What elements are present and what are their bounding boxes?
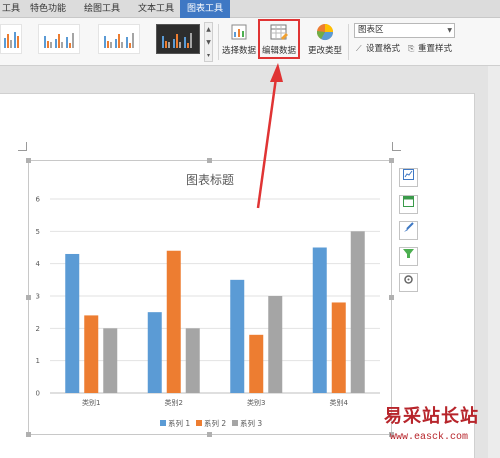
y-tick-label: 5 (36, 228, 40, 236)
bar (65, 253, 80, 393)
bar (166, 250, 181, 393)
chart-style-icon[interactable] (399, 195, 418, 214)
watermark: 易采站长站 www.easck.com (380, 402, 500, 458)
gear-icon[interactable] (399, 273, 418, 292)
legend-item-series-3: 系列 3 (232, 418, 262, 429)
legend-swatch (160, 420, 166, 426)
x-tick-label: 类别4 (330, 398, 349, 407)
legend-item-series-2: 系列 2 (196, 418, 226, 429)
legend-swatch (196, 420, 202, 426)
x-tick-label: 类别3 (247, 398, 265, 407)
bar (230, 279, 245, 393)
bar (312, 247, 327, 393)
legend-item-series-1: 系列 1 (160, 418, 190, 429)
bar (268, 296, 283, 393)
legend-swatch (232, 420, 238, 426)
bar (147, 312, 162, 393)
bar-chart-plot: 0 1 2 3 4 5 6 类别1 类别2 类别3 类别4 (36, 196, 380, 407)
bar (331, 302, 346, 393)
chart-elements-icon[interactable] (399, 168, 418, 187)
watermark-url: www.easck.com (390, 432, 469, 443)
y-tick-label: 4 (36, 260, 41, 268)
y-tick-label: 2 (36, 325, 40, 333)
bar (84, 315, 99, 393)
bar (185, 328, 200, 393)
legend-label: 系列 1 (168, 419, 191, 428)
y-tick-label: 0 (36, 390, 40, 398)
y-tick-label: 3 (36, 293, 40, 301)
legend-label: 系列 2 (204, 419, 227, 428)
filter-icon[interactable] (399, 247, 418, 266)
legend-label: 系列 3 (240, 419, 263, 428)
watermark-logo-text: 易采站长站 (384, 406, 479, 427)
bar (249, 334, 264, 393)
bar (350, 231, 365, 393)
chart-legend[interactable]: 系列 1 系列 2 系列 3 (160, 418, 270, 429)
brush-icon[interactable] (399, 221, 418, 240)
x-tick-label: 类别1 (82, 398, 100, 407)
y-tick-label: 1 (36, 357, 40, 365)
x-tick-label: 类别2 (165, 398, 183, 407)
bar (103, 328, 118, 393)
y-tick-label: 6 (36, 196, 41, 204)
edit-data-highlight-box (258, 19, 300, 59)
